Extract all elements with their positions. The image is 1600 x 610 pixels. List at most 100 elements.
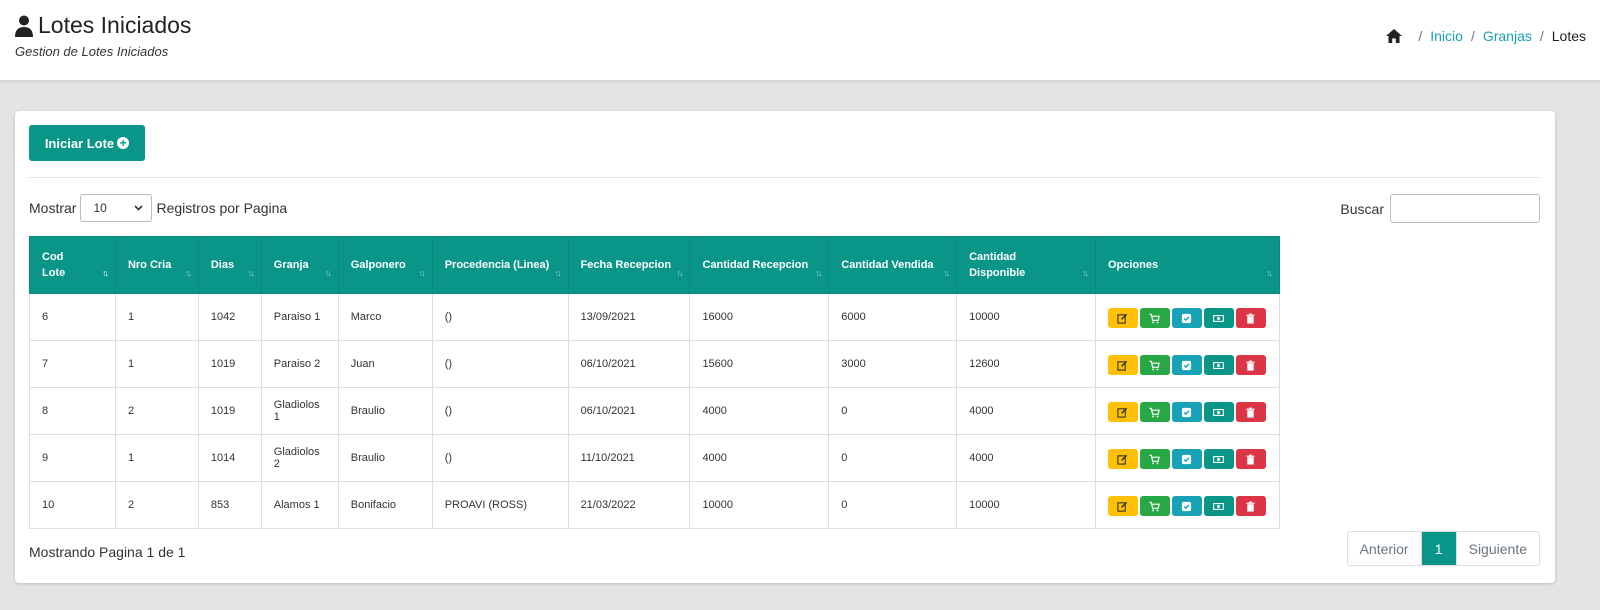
- cell-granja: Paraiso 1: [260, 293, 339, 341]
- column-header-dias[interactable]: Dias ↑↓: [197, 236, 262, 294]
- cell-cantidad-disponible: 4000: [956, 387, 1096, 435]
- delete-button[interactable]: [1235, 308, 1266, 328]
- table-header-row: Cod Lote ↑↓ Nro Cria ↑↓ Dias ↑↓ Granja ↑↓ Galpon…: [29, 236, 1281, 294]
- check-button[interactable]: [1171, 449, 1202, 469]
- sort-icon: ↑↓: [943, 268, 950, 278]
- page-size-value: 10: [93, 201, 107, 215]
- search-input[interactable]: [1390, 194, 1540, 223]
- check-button[interactable]: [1171, 355, 1202, 375]
- edit-button[interactable]: [1107, 449, 1138, 469]
- payment-button[interactable]: [1203, 355, 1234, 375]
- page-size-control: Mostrar 10 Registros por Pagina: [29, 194, 287, 222]
- row-actions: [1107, 355, 1267, 375]
- edit-button[interactable]: [1107, 308, 1138, 328]
- check-button[interactable]: [1171, 308, 1202, 328]
- check-icon: [1182, 313, 1192, 323]
- cell-cantidad-vendida: 0: [828, 434, 958, 482]
- payment-button[interactable]: [1203, 496, 1234, 516]
- row-actions: [1107, 496, 1267, 516]
- column-header-opciones[interactable]: Opciones ↑↓: [1094, 236, 1281, 294]
- delete-button[interactable]: [1235, 496, 1266, 516]
- cell-cod-lote: 8: [29, 387, 116, 435]
- column-header-nro-cria[interactable]: Nro Cria ↑↓: [114, 236, 199, 294]
- lotes-table: Cod Lote ↑↓ Nro Cria ↑↓ Dias ↑↓ Granja ↑↓ Galpon…: [29, 236, 1281, 529]
- column-header-granja[interactable]: Granja ↑↓: [260, 236, 339, 294]
- column-header-cantidad-recepcion[interactable]: Cantidad Recepcion ↑↓: [689, 236, 830, 294]
- column-header-galponero[interactable]: Galponero ↑↓: [337, 236, 433, 294]
- sell-button[interactable]: [1139, 496, 1170, 516]
- payment-button[interactable]: [1203, 402, 1234, 422]
- cell-nro-cria: 1: [114, 340, 199, 388]
- breadcrumb-granjas[interactable]: Granjas: [1483, 28, 1532, 44]
- show-label: Mostrar: [29, 200, 77, 216]
- breadcrumb-inicio[interactable]: Inicio: [1430, 28, 1463, 44]
- column-header-label: Opciones: [1107, 259, 1159, 271]
- cell-nro-cria: 1: [114, 293, 199, 341]
- edit-button[interactable]: [1107, 355, 1138, 375]
- cell-galponero: Bonifacio: [337, 481, 433, 529]
- divider: [29, 177, 1540, 178]
- column-header-cantidad-disponible[interactable]: Cantidad Disponible ↑↓: [956, 236, 1096, 294]
- breadcrumb-lotes: Lotes: [1551, 28, 1586, 44]
- cell-cantidad-disponible: 12600: [956, 340, 1096, 388]
- edit-icon: [1117, 454, 1128, 465]
- cell-nro-cria: 2: [114, 387, 199, 435]
- sort-icon: ↑↓: [101, 268, 109, 278]
- column-header-label: Procedencia (Linea): [444, 259, 550, 271]
- cell-fecha-recepcion: 21/03/2022: [567, 481, 691, 529]
- money-icon: [1213, 502, 1225, 510]
- trash-icon: [1246, 313, 1256, 324]
- cell-cantidad-disponible: 10000: [956, 293, 1096, 341]
- sort-icon: ↑↓: [247, 268, 255, 278]
- delete-button[interactable]: [1235, 449, 1266, 469]
- trash-icon: [1246, 501, 1256, 512]
- edit-icon: [1117, 407, 1128, 418]
- user-icon: [15, 15, 33, 37]
- sort-icon: ↑↓: [1266, 268, 1273, 278]
- cell-opciones: [1094, 340, 1281, 388]
- check-icon: [1182, 360, 1192, 370]
- cart-icon: [1149, 501, 1161, 511]
- cell-cantidad-disponible: 4000: [956, 434, 1096, 482]
- column-header-cod-lote[interactable]: Cod Lote ↑↓: [29, 236, 116, 294]
- cell-granja: Paraiso 2: [260, 340, 339, 388]
- edit-button[interactable]: [1107, 496, 1138, 516]
- page-header: Lotes Iniciados Gestion de Lotes Iniciad…: [0, 0, 1600, 81]
- start-lote-button[interactable]: Iniciar Lote +: [29, 125, 145, 161]
- check-button[interactable]: [1171, 402, 1202, 422]
- sell-button[interactable]: [1139, 308, 1170, 328]
- column-header-fecha-recepcion[interactable]: Fecha Recepcion ↑↓: [567, 236, 691, 294]
- table-row: 8 2 1019 Gladiolos 1 Braulio() 06/10/2021 4000…: [29, 387, 1281, 435]
- home-icon[interactable]: [1386, 29, 1403, 43]
- column-header-cantidad-vendida[interactable]: Cantidad Vendida ↑↓: [828, 236, 958, 294]
- edit-button[interactable]: [1107, 402, 1138, 422]
- delete-button[interactable]: [1235, 402, 1266, 422]
- cell-granja: Alamos 1: [260, 481, 339, 529]
- cell-dias: 1042: [197, 293, 262, 341]
- payment-button[interactable]: [1203, 449, 1234, 469]
- cell-cantidad-recepcion: 16000: [689, 293, 830, 341]
- sell-button[interactable]: [1139, 402, 1170, 422]
- cell-cantidad-recepcion: 4000: [689, 387, 830, 435]
- cell-nro-cria: 2: [114, 481, 199, 529]
- cell-cantidad-vendida: 3000: [828, 340, 958, 388]
- check-button[interactable]: [1171, 496, 1202, 516]
- table-row: 9 1 1014 Gladiolos 2 Braulio() 11/10/2021 4000…: [29, 434, 1281, 482]
- prev-page-button[interactable]: Anterior: [1347, 532, 1422, 565]
- cell-dias: 1019: [197, 387, 262, 435]
- cell-galponero: Braulio: [337, 387, 433, 435]
- payment-button[interactable]: [1203, 308, 1234, 328]
- page-size-select[interactable]: 10: [80, 194, 153, 222]
- next-page-button[interactable]: Siguiente: [1455, 532, 1539, 565]
- column-header-procedencia[interactable]: Procedencia (Linea) ↑↓: [431, 236, 569, 294]
- page-1-button[interactable]: 1: [1421, 532, 1456, 565]
- start-lote-label: Iniciar Lote: [44, 135, 115, 151]
- cart-icon: [1149, 313, 1161, 323]
- cell-fecha-recepcion: 06/10/2021: [567, 387, 691, 435]
- sell-button[interactable]: [1139, 449, 1170, 469]
- column-header-label: Galponero: [350, 259, 406, 271]
- cell-opciones: [1094, 387, 1281, 435]
- sell-button[interactable]: [1139, 355, 1170, 375]
- delete-button[interactable]: [1235, 355, 1266, 375]
- cell-procedencia: (): [431, 340, 569, 388]
